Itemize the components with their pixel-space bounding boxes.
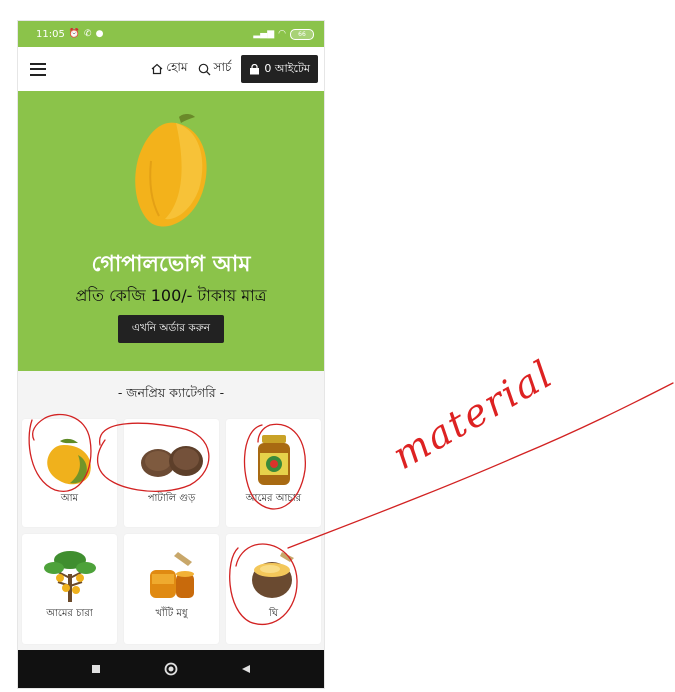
alarm-icon: ⏰ xyxy=(68,29,81,39)
hero-subtitle: প্রতি কেজি 100/- টাকায় মাত্র xyxy=(75,286,267,305)
order-now-button[interactable]: এখনি অর্ডার করুন xyxy=(118,315,224,343)
mango-sapling-image xyxy=(22,548,117,604)
cart-button[interactable]: 0 আইটেম xyxy=(241,55,318,83)
phone-icon: ✆ xyxy=(84,29,92,39)
jaggery-image xyxy=(124,433,219,489)
annotation-handwritten-text: material xyxy=(385,351,561,479)
mango-image xyxy=(22,433,117,489)
category-card-mango[interactable]: আম xyxy=(22,419,117,527)
cart-label: 0 আইটেম xyxy=(264,61,310,75)
top-navbar: হোম সার্চ 0 আইটেম xyxy=(18,47,324,91)
menu-icon[interactable] xyxy=(30,62,46,76)
recent-apps-button[interactable] xyxy=(81,654,111,684)
home-icon xyxy=(151,63,163,75)
battery-icon: 66 xyxy=(290,28,314,40)
status-bar: 11:05 ⏰ ✆ ● ▂▄▆ ◠ 66 xyxy=(18,21,324,47)
category-card-jaggery[interactable]: পাটালি গুড় xyxy=(124,419,219,527)
hero-title: গোপালভোগ আম xyxy=(91,252,251,277)
home-label: হোম xyxy=(166,60,188,74)
signal-icon: ▂▄▆ xyxy=(253,29,275,39)
category-card-ghee[interactable]: ঘি xyxy=(226,534,321,644)
hero-banner: গোপালভোগ আম প্রতি কেজি 100/- টাকায় মাত্… xyxy=(18,91,324,371)
category-card-honey[interactable]: খাঁটি মধু xyxy=(124,534,219,644)
ghee-pot-image xyxy=(226,548,321,604)
back-triangle-icon xyxy=(242,665,251,673)
wifi-icon: ◠ xyxy=(278,29,286,39)
pickle-jar-image xyxy=(226,433,321,489)
circle-icon xyxy=(164,662,178,676)
back-button[interactable] xyxy=(231,654,261,684)
category-label: ঘি xyxy=(268,608,279,619)
shopping-bag-icon xyxy=(250,63,260,74)
popular-categories-heading: - জনপ্রিয় ক্যাটেগরি - xyxy=(117,385,225,400)
home-nav-button[interactable] xyxy=(156,654,186,684)
phone-screen: 11:05 ⏰ ✆ ● ▂▄▆ ◠ 66 হোম সার্চ 0 আইটেম গ… xyxy=(17,20,325,689)
mango-hero-image xyxy=(135,114,207,227)
honey-image xyxy=(124,548,219,604)
category-label: আমের আচার xyxy=(245,493,302,504)
category-label: আম xyxy=(60,493,79,504)
category-card-pickle[interactable]: আমের আচার xyxy=(226,419,321,527)
home-link[interactable]: হোম xyxy=(151,59,188,79)
android-nav-bar xyxy=(18,650,324,688)
category-label: পাটালি গুড় xyxy=(147,493,196,504)
search-icon xyxy=(198,63,210,75)
notification-icon: ● xyxy=(95,29,104,39)
search-link[interactable]: সার্চ xyxy=(198,59,232,79)
search-label: সার্চ xyxy=(213,60,232,74)
square-icon xyxy=(91,665,100,673)
category-card-sapling[interactable]: আমের চারা xyxy=(22,534,117,644)
category-label: খাঁটি মধু xyxy=(155,608,188,619)
status-time: 11:05 xyxy=(36,28,65,40)
category-label: আমের চারা xyxy=(46,608,93,619)
